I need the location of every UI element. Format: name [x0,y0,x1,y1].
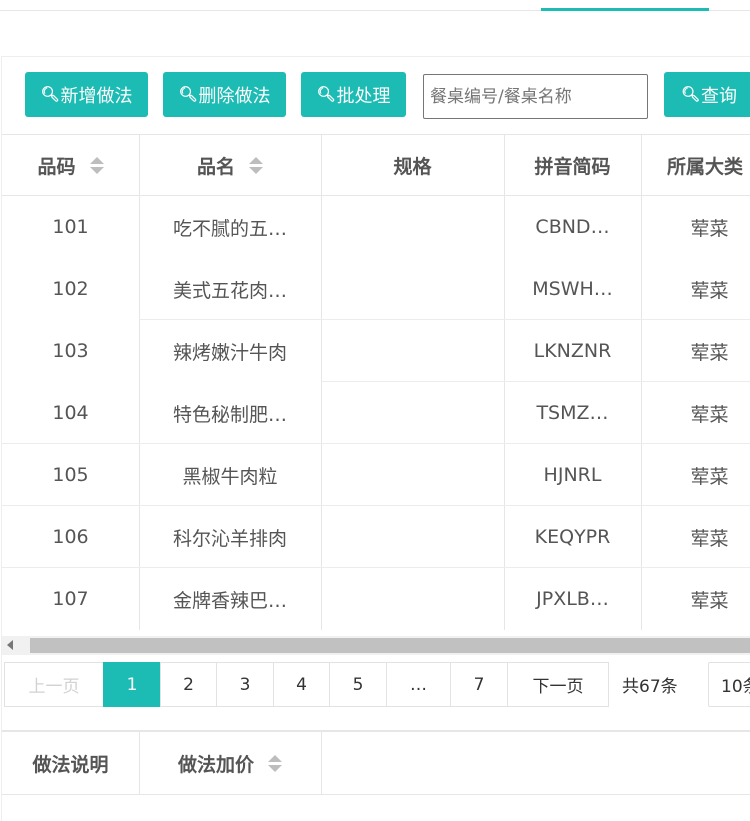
next-page-button[interactable]: 下一页 [507,662,609,707]
search-icon: 🔍︎ [680,84,701,103]
cell-pinyin: JPXLB… [536,588,609,610]
scrollbar-thumb[interactable] [30,638,750,653]
active-tab-indicator [541,8,709,11]
page-3-button[interactable]: 3 [216,662,274,707]
column-divider [321,732,322,795]
table-row[interactable]: 103 辣烤嫩汁牛肉 LKNZNR 荤菜 [2,320,750,382]
cell-name: 吃不腻的五… [172,217,287,240]
cell-category: 荤菜 [690,341,729,364]
cell-spec [321,320,504,382]
cell-spec [321,506,504,568]
cell-name: 科尔沁羊排肉 [172,527,287,550]
delete-method-button[interactable]: 🔍︎ 删除做法 [163,72,286,117]
scroll-left-icon[interactable] [7,640,13,650]
column-header-category: 所属大类 [667,155,744,178]
column-header-spec: 规格 [393,155,432,178]
page-5-button[interactable]: 5 [329,662,387,707]
cell-spec [321,568,504,630]
search-icon: 🔍︎ [178,84,198,103]
cell-pinyin: LKNZNR [533,340,612,362]
sort-icon[interactable] [249,156,263,174]
cell-category: 荤菜 [690,527,729,550]
column-divider [139,732,140,795]
cell-spec [321,382,504,444]
page-2-button[interactable]: 2 [160,662,217,707]
cell-name: 辣烤嫩汁牛肉 [172,341,287,364]
cell-category: 荤菜 [690,589,729,612]
cell-name: 金牌香辣巴… [172,589,287,612]
panel-border [1,56,750,57]
column-header-method-price[interactable]: 做法加价 [139,732,321,794]
method-table-header: 做法说明 做法加价 [2,732,750,795]
cell-pinyin: TSMZ… [536,402,609,424]
column-header-pinyin: 拼音简码 [534,155,611,178]
cell-category: 荤菜 [690,465,729,488]
column-header-name[interactable]: 品名 [139,135,321,195]
column-header-code[interactable]: 品码 [2,135,139,195]
table-row[interactable]: 104 特色秘制肥… TSMZ… 荤菜 [2,382,750,444]
cell-name: 特色秘制肥… [172,403,287,426]
cell-pinyin: HJNRL [543,464,602,486]
search-icon: 🔍︎ [316,84,336,103]
cell-spec [321,196,504,258]
table-header-row: 品码 品名 规格 拼音简码 所属大类 [2,134,750,196]
cell-code: 105 [52,464,89,486]
cell-code: 104 [52,402,89,424]
cell-pinyin: CBND… [535,216,610,238]
cell-name: 黑椒牛肉粒 [182,465,278,488]
horizontal-scrollbar[interactable] [2,636,750,655]
table-row[interactable]: 101 吃不腻的五… CBND… 荤菜 [2,196,750,258]
table-row[interactable]: 102 美式五花肉… MSWH… 荤菜 [2,258,750,320]
page-1-button[interactable]: 1 [103,662,161,707]
cell-code: 102 [52,278,89,300]
page-7-button[interactable]: 7 [450,662,508,707]
table-row[interactable]: 105 黑椒牛肉粒 HJNRL 荤菜 [2,444,750,506]
cell-category: 荤菜 [690,217,729,240]
batch-process-button[interactable]: 🔍︎ 批处理 [301,72,406,117]
cell-pinyin: KEQYPR [534,526,611,548]
cell-name: 美式五花肉… [172,279,287,302]
cell-category: 荤菜 [690,403,729,426]
cell-pinyin: MSWH… [532,278,613,300]
cell-code: 106 [52,526,89,548]
column-header-method-desc: 做法说明 [32,753,109,776]
sort-icon[interactable] [89,156,104,174]
add-method-label: 新增做法 [60,85,133,107]
prev-page-button[interactable]: 上一页 [4,662,104,707]
cell-spec [321,444,504,506]
search-icon: 🔍︎ [40,84,60,103]
delete-method-label: 删除做法 [198,85,271,107]
page-4-button[interactable]: 4 [273,662,330,707]
sort-icon[interactable] [268,754,282,772]
table-row[interactable]: 107 金牌香辣巴… JPXLB… 荤菜 [2,568,750,630]
total-count: 共67条 [622,677,678,697]
query-label: 查询 [701,85,738,107]
page-size-select[interactable]: 10条 [708,662,750,707]
table-search-input[interactable] [423,74,648,119]
batch-process-label: 批处理 [336,85,391,107]
table-row[interactable]: 106 科尔沁羊排肉 KEQYPR 荤菜 [2,506,750,568]
cell-code: 103 [52,340,89,362]
page-ellipsis: … [386,662,451,707]
cell-code: 107 [52,588,89,610]
cell-spec [321,258,504,320]
cell-category: 荤菜 [690,279,729,302]
query-button[interactable]: 🔍︎ 查询 [664,72,750,117]
add-method-button[interactable]: 🔍︎ 新增做法 [25,72,148,117]
cell-code: 101 [52,216,89,238]
